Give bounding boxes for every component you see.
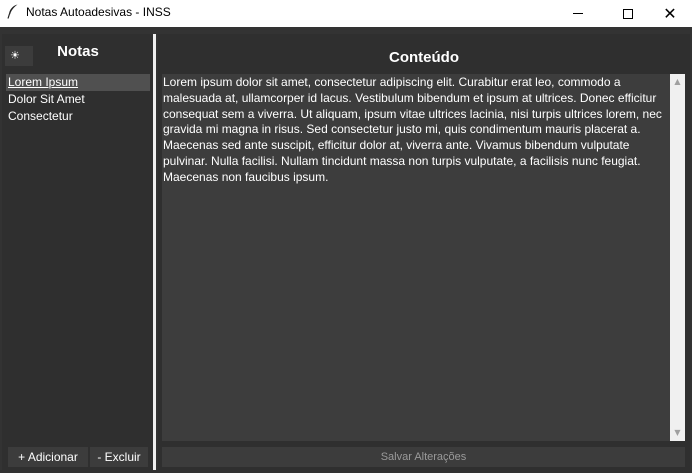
notes-list: Lorem Ipsum Dolor Sit Amet Consectetur — [6, 74, 150, 125]
content-scrollbar[interactable]: ▲ ▼ — [670, 74, 685, 441]
theme-toggle-button[interactable]: ☀ — [5, 46, 33, 66]
close-button[interactable]: ✕ — [647, 0, 692, 27]
minimize-button[interactable] — [555, 0, 601, 27]
window-title: Notas Autoadesivas - INSS — [26, 5, 171, 19]
close-icon: ✕ — [663, 3, 677, 23]
title-bar: Notas Autoadesivas - INSS ✕ — [0, 0, 692, 27]
add-note-button[interactable]: + Adicionar — [8, 447, 88, 467]
maximize-icon — [623, 8, 633, 19]
feather-icon — [6, 4, 20, 20]
note-item-consectetur[interactable]: Consectetur — [6, 108, 150, 125]
app-window: Notas ☀ Lorem Ipsum Dolor Sit Amet Conse… — [0, 27, 692, 473]
panel-divider[interactable] — [153, 34, 156, 470]
sun-icon: ☀ — [10, 49, 20, 62]
content-title: Conteúdo — [389, 49, 459, 66]
note-content-textarea[interactable]: Lorem ipsum dolor sit amet, consectetur … — [162, 74, 670, 441]
minimize-icon — [573, 13, 583, 14]
content-panel: Conteúdo Lorem ipsum dolor sit amet, con… — [158, 34, 690, 470]
note-item-dolor-sit-amet[interactable]: Dolor Sit Amet — [6, 91, 150, 108]
delete-note-button[interactable]: - Excluir — [90, 447, 148, 467]
notes-sidebar: Notas ☀ Lorem Ipsum Dolor Sit Amet Conse… — [2, 34, 153, 470]
scroll-up-arrow-icon[interactable]: ▲ — [670, 76, 685, 88]
note-item-lorem-ipsum[interactable]: Lorem Ipsum — [6, 74, 150, 91]
save-changes-button[interactable]: Salvar Alterações — [162, 447, 685, 467]
scroll-down-arrow-icon[interactable]: ▼ — [670, 427, 685, 439]
scroll-thumb[interactable] — [673, 90, 682, 425]
maximize-button[interactable] — [605, 0, 651, 27]
